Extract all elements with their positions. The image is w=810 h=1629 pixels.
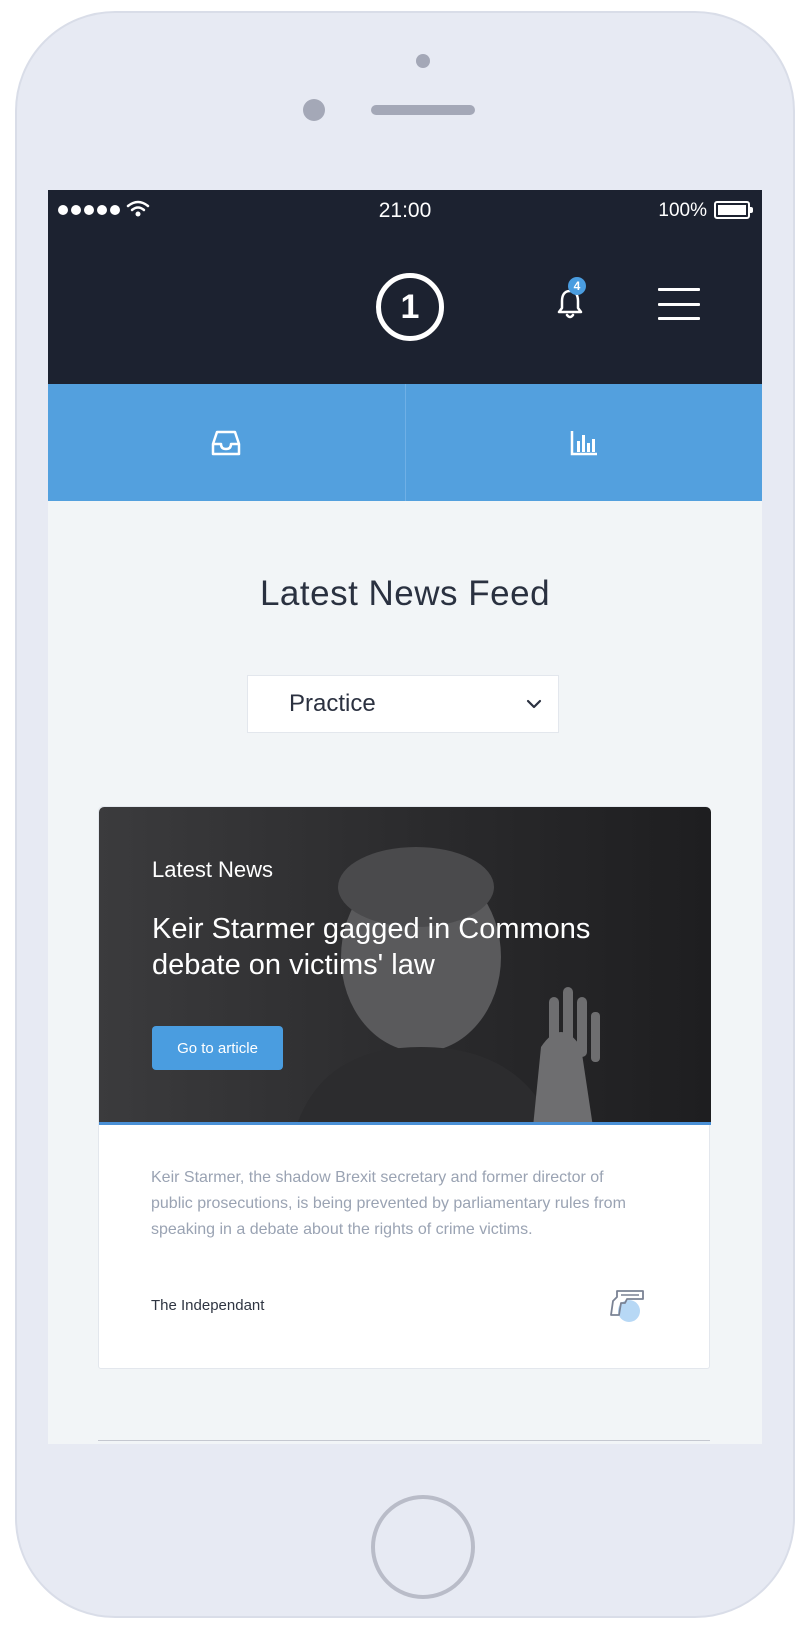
news-summary: Keir Starmer, the shadow Brexit secretar…: [151, 1169, 626, 1238]
home-button[interactable]: [371, 1495, 475, 1599]
app-screen: 21:00 100% 1 4 Latest News Feed Practice…: [48, 190, 762, 1444]
news-category: Latest News: [152, 857, 274, 882]
news-headline[interactable]: Keir Starmer gagged in Commons debate on…: [152, 911, 622, 983]
tab-inbox[interactable]: [48, 384, 405, 501]
news-hero: Latest News Keir Starmer gagged in Commo…: [99, 807, 711, 1125]
earpiece-speaker: [371, 105, 475, 115]
tab-stats[interactable]: [404, 384, 763, 501]
go-to-article-button[interactable]: Go to article: [152, 1026, 283, 1070]
app-logo-icon[interactable]: 1: [376, 273, 444, 341]
notification-badge: 4: [568, 277, 586, 295]
gun-icon: [610, 1290, 644, 1322]
inbox-icon: [212, 430, 241, 455]
next-card-preview: [98, 1440, 710, 1444]
status-bar: 21:00 100%: [48, 190, 762, 230]
bar-chart-icon: [570, 430, 597, 455]
news-source[interactable]: The Independant: [151, 1297, 264, 1314]
tab-bar: [48, 384, 762, 501]
page-title: Latest News Feed: [259, 574, 551, 613]
practice-filter-dropdown[interactable]: Practice: [247, 675, 559, 733]
battery-percentage: 100%: [658, 200, 707, 221]
top-bar: 21:00 100% 1 4: [48, 190, 762, 384]
status-time: 21:00: [378, 199, 432, 222]
battery-icon: [714, 201, 753, 219]
dropdown-selected-value: Practice: [289, 690, 376, 717]
front-camera: [416, 54, 430, 68]
news-photo: [298, 847, 600, 1122]
proximity-sensor: [303, 99, 325, 121]
logo-text: 1: [400, 287, 420, 326]
chevron-down-icon: [526, 699, 542, 709]
news-card: Latest News Keir Starmer gagged in Commo…: [98, 806, 711, 1369]
hamburger-menu-icon[interactable]: [658, 288, 700, 320]
